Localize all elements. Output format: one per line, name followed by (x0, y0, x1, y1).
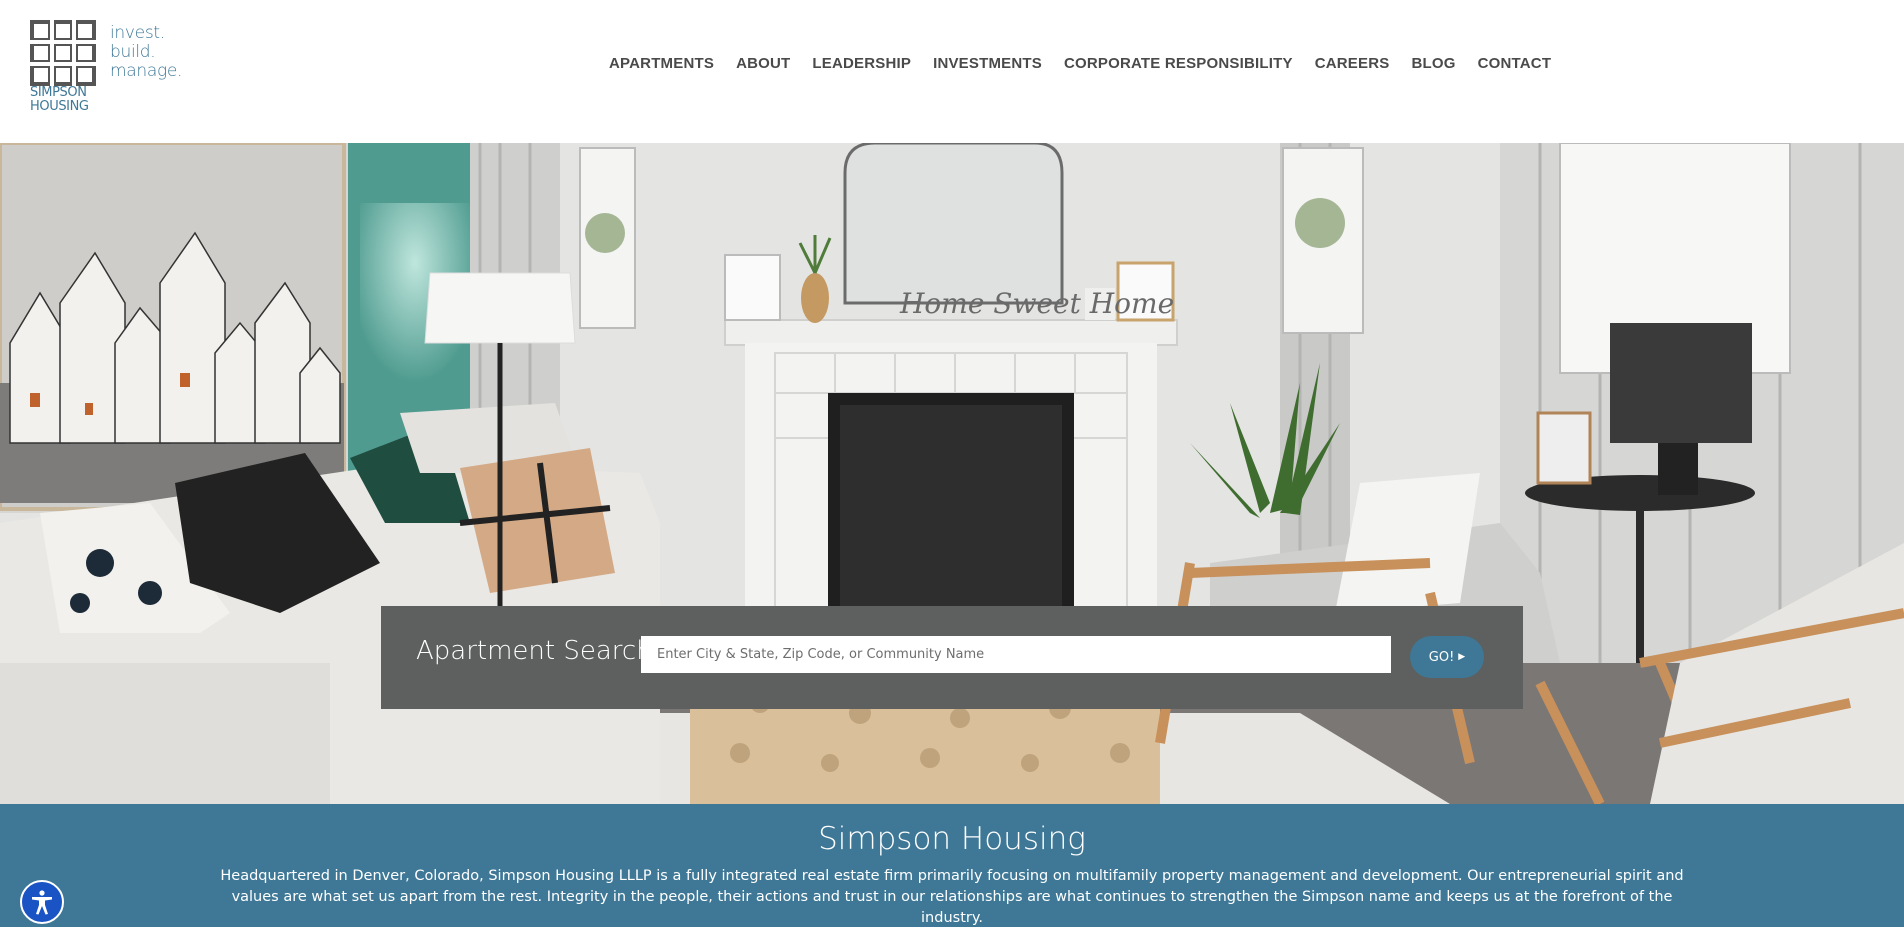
tagline-line: build. (110, 42, 156, 62)
accessibility-icon (32, 890, 52, 915)
about-title: Simpson Housing (818, 821, 1086, 857)
logo-grid-icon (30, 20, 96, 86)
nav-item-blog[interactable]: BLOG (1400, 54, 1466, 74)
logo-name-line2: HOUSING (30, 99, 89, 114)
nav-item-leadership[interactable]: LEADERSHIP (801, 54, 922, 74)
accessibility-button[interactable] (20, 880, 64, 924)
nav-item-corporate-responsibility[interactable]: CORPORATE RESPONSIBILITY (1053, 54, 1304, 74)
apartment-search-input[interactable] (641, 636, 1391, 673)
nav-item-careers[interactable]: CAREERS (1304, 54, 1401, 74)
go-button-label: GO! (1428, 649, 1455, 665)
tagline-line: invest. (110, 23, 165, 43)
mantel-sign-text: Home Sweet Home (899, 287, 1174, 320)
nav-item-contact[interactable]: CONTACT (1467, 54, 1563, 74)
logo-tagline: invest. build. manage. (110, 24, 182, 81)
logo-wordmark: SIMPSON HOUSING (30, 86, 89, 114)
caret-right-icon: ▶ (1458, 652, 1466, 662)
site-header: invest. build. manage. SIMPSON HOUSING A… (0, 0, 1904, 143)
site-logo[interactable]: invest. build. manage. SIMPSON HOUSING (30, 20, 190, 120)
about-text: Headquartered in Denver, Colorado, Simps… (220, 868, 1684, 926)
nav-item-apartments[interactable]: APARTMENTS (598, 54, 725, 74)
main-nav: APARTMENTS ABOUT LEADERSHIP INVESTMENTS … (598, 54, 1562, 74)
apartment-search-panel: Apartment Search GO! ▶ (381, 606, 1523, 709)
nav-item-investments[interactable]: INVESTMENTS (922, 54, 1053, 74)
about-section: Simpson Housing Headquartered in Denver,… (0, 804, 1904, 927)
nav-item-about[interactable]: ABOUT (725, 54, 801, 74)
go-button[interactable]: GO! ▶ (1410, 636, 1484, 678)
logo-name-line1: SIMPSON (30, 85, 87, 100)
apartment-search-title: Apartment Search (416, 636, 653, 666)
tagline-line: manage. (110, 61, 183, 81)
